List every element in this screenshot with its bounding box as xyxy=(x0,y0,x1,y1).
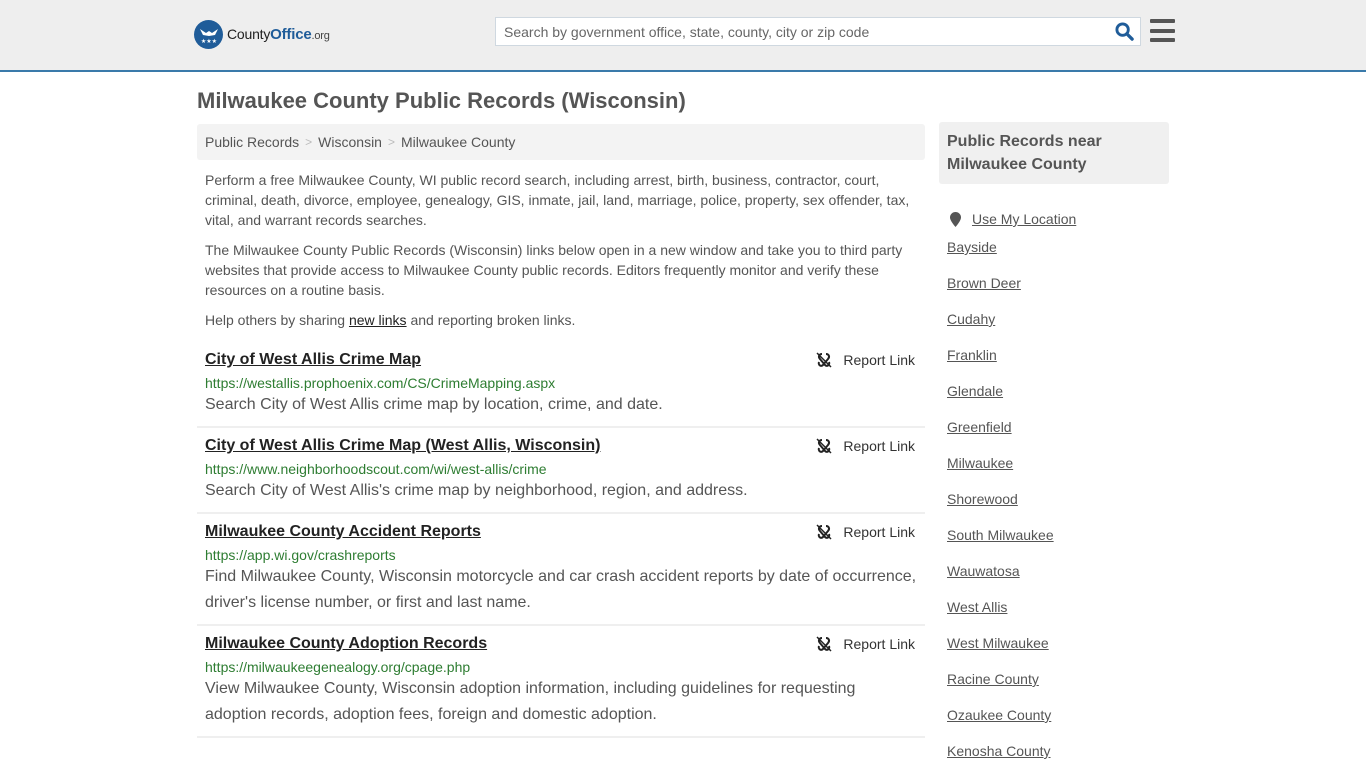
use-location-item: Use My Location xyxy=(947,201,1169,237)
nearby-item: Glendale xyxy=(947,381,1169,417)
search-bar xyxy=(495,17,1141,46)
breadcrumb-milwaukee-county[interactable]: Milwaukee County xyxy=(401,134,515,150)
nearby-link-bayside[interactable]: Bayside xyxy=(947,239,997,255)
map-pin-icon xyxy=(950,211,961,227)
eagle-logo-icon: ★★★ xyxy=(194,20,223,49)
intro-text-after: and reporting broken links. xyxy=(406,312,576,328)
nearby-item: Wauwatosa xyxy=(947,561,1169,597)
breadcrumb-separator: > xyxy=(387,135,395,149)
record-description: Find Milwaukee County, Wisconsin motorcy… xyxy=(205,568,917,611)
menu-bar xyxy=(1150,38,1175,42)
broken-link-icon xyxy=(816,524,832,540)
record-url: https://milwaukeegenealogy.org/cpage.php xyxy=(205,659,471,675)
svg-text:★★★: ★★★ xyxy=(200,38,216,45)
breadcrumb-separator: > xyxy=(305,135,313,149)
nearby-link-glendale[interactable]: Glendale xyxy=(947,383,1003,399)
use-my-location-link[interactable]: Use My Location xyxy=(972,209,1076,229)
nearby-item: Ozaukee County xyxy=(947,705,1169,741)
page-title: Milwaukee County Public Records (Wiscons… xyxy=(197,88,686,113)
new-links-link[interactable]: new links xyxy=(349,312,407,328)
site-header: ★★★ CountyOffice.org xyxy=(0,0,1366,72)
report-link-label: Report Link xyxy=(843,352,915,368)
nearby-item: Cudahy xyxy=(947,309,1169,345)
broken-link-icon xyxy=(816,352,832,368)
nearby-link-milwaukee[interactable]: Milwaukee xyxy=(947,455,1013,471)
record-item: Milwaukee County Adoption Records Report… xyxy=(197,626,925,738)
record-description: View Milwaukee County, Wisconsin adoptio… xyxy=(205,680,856,723)
menu-bar xyxy=(1150,19,1175,23)
nearby-item: Milwaukee xyxy=(947,453,1169,489)
intro-paragraph-2: The Milwaukee County Public Records (Wis… xyxy=(205,242,903,298)
record-title-link[interactable]: City of West Allis Crime Map xyxy=(205,350,421,370)
nearby-link-south-milwaukee[interactable]: South Milwaukee xyxy=(947,527,1054,543)
breadcrumb-wisconsin[interactable]: Wisconsin xyxy=(318,134,382,150)
record-description: Search City of West Allis's crime map by… xyxy=(205,482,748,499)
nearby-item: Kenosha County xyxy=(947,741,1169,777)
broken-link-icon xyxy=(816,636,832,652)
record-url: https://www.neighborhoodscout.com/wi/wes… xyxy=(205,461,547,477)
report-link-label: Report Link xyxy=(843,524,915,540)
records-list: City of West Allis Crime Map Report Link… xyxy=(197,342,925,738)
record-url: https://westallis.prophoenix.com/CS/Crim… xyxy=(205,375,556,391)
intro-paragraph-1: Perform a free Milwaukee County, WI publ… xyxy=(205,172,910,228)
report-link-label: Report Link xyxy=(843,636,915,652)
intro-text: Perform a free Milwaukee County, WI publ… xyxy=(205,170,917,340)
nearby-link-greenfield[interactable]: Greenfield xyxy=(947,419,1012,435)
search-icon xyxy=(1114,22,1134,41)
nearby-link-kenosha-county[interactable]: Kenosha County xyxy=(947,743,1051,759)
report-link-button[interactable]: Report Link xyxy=(816,636,915,652)
breadcrumb: Public Records > Wisconsin > Milwaukee C… xyxy=(197,124,925,160)
intro-paragraph-3: Help others by sharing new links and rep… xyxy=(205,310,917,330)
record-url: https://app.wi.gov/crashreports xyxy=(205,547,396,563)
nearby-item: South Milwaukee xyxy=(947,525,1169,561)
nearby-item: Brown Deer xyxy=(947,273,1169,309)
nearby-link-shorewood[interactable]: Shorewood xyxy=(947,491,1018,507)
nearby-item: Franklin xyxy=(947,345,1169,381)
nearby-link-wauwatosa[interactable]: Wauwatosa xyxy=(947,563,1020,579)
sidebar-title: Public Records near Milwaukee County xyxy=(939,122,1169,184)
nearby-link-west-milwaukee[interactable]: West Milwaukee xyxy=(947,635,1049,651)
breadcrumb-public-records[interactable]: Public Records xyxy=(205,134,299,150)
nearby-list: Use My Location Bayside Brown Deer Cudahy F… xyxy=(939,201,1169,777)
broken-link-icon xyxy=(816,438,832,454)
nearby-link-west-allis[interactable]: West Allis xyxy=(947,599,1007,615)
nearby-item: Racine County xyxy=(947,669,1169,705)
record-title-link[interactable]: Milwaukee County Accident Reports xyxy=(205,522,481,542)
nearby-item: Bayside xyxy=(947,237,1169,273)
site-logo[interactable]: ★★★ CountyOffice.org xyxy=(194,20,330,49)
record-description: Search City of West Allis crime map by l… xyxy=(205,396,663,413)
hamburger-menu-button[interactable] xyxy=(1150,19,1175,42)
menu-bar xyxy=(1150,28,1175,33)
intro-text-before: Help others by sharing xyxy=(205,312,349,328)
search-button[interactable] xyxy=(1108,18,1140,45)
record-title-link[interactable]: Milwaukee County Adoption Records xyxy=(205,634,487,654)
nearby-link-franklin[interactable]: Franklin xyxy=(947,347,997,363)
record-title-link[interactable]: City of West Allis Crime Map (West Allis… xyxy=(205,436,600,456)
report-link-button[interactable]: Report Link xyxy=(816,352,915,368)
nearby-link-ozaukee-county[interactable]: Ozaukee County xyxy=(947,707,1051,723)
logo-text: CountyOffice.org xyxy=(227,26,330,43)
nearby-sidebar: Public Records near Milwaukee County Use… xyxy=(939,122,1169,777)
nearby-item: West Milwaukee xyxy=(947,633,1169,669)
search-input[interactable] xyxy=(496,18,1108,45)
record-item: Milwaukee County Accident Reports Report… xyxy=(197,514,925,626)
nearby-item: Greenfield xyxy=(947,417,1169,453)
report-link-button[interactable]: Report Link xyxy=(816,524,915,540)
record-item: City of West Allis Crime Map (West Allis… xyxy=(197,428,925,514)
nearby-item: West Allis xyxy=(947,597,1169,633)
report-link-button[interactable]: Report Link xyxy=(816,438,915,454)
nearby-link-racine-county[interactable]: Racine County xyxy=(947,671,1039,687)
record-item: City of West Allis Crime Map Report Link… xyxy=(197,342,925,428)
nearby-link-brown-deer[interactable]: Brown Deer xyxy=(947,275,1021,291)
nearby-link-cudahy[interactable]: Cudahy xyxy=(947,311,995,327)
report-link-label: Report Link xyxy=(843,438,915,454)
nearby-item: Shorewood xyxy=(947,489,1169,525)
